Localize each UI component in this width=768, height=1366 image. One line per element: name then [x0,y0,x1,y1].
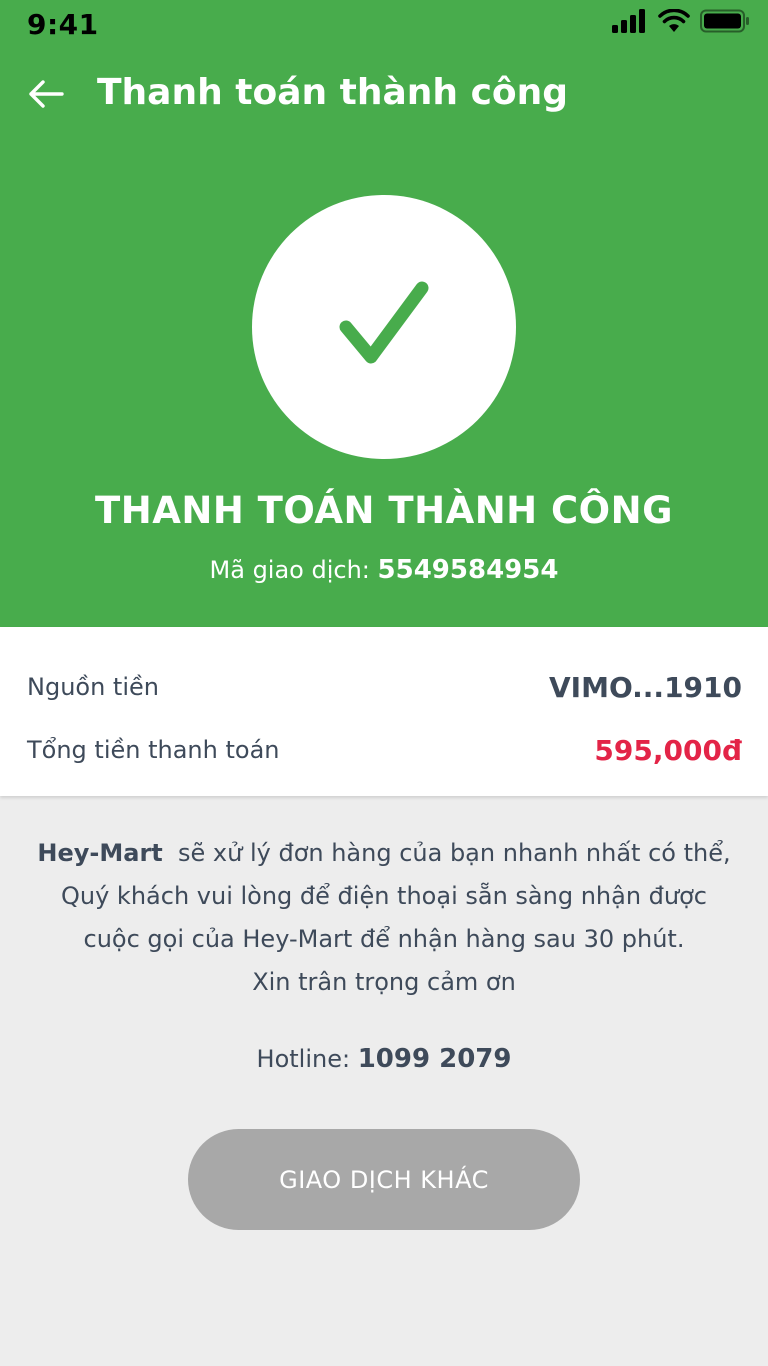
battery-icon [700,9,750,37]
transaction-id-label: Mã giao dịch: [209,556,370,584]
message-line-2: Quý khách vui lòng để điện thoại sẵn sàn… [61,882,707,910]
total-row: Tổng tiền thanh toán 595,000đ [27,730,742,770]
payment-summary: Nguồn tiền VIMO...1910 Tổng tiền thanh t… [0,627,768,796]
transaction-id-value: 5549584954 [377,555,559,585]
source-label: Nguồn tiền [27,673,159,701]
wifi-icon [658,8,690,37]
status-time: 9:41 [27,8,99,41]
signal-icon [612,9,648,37]
message-line-1-text: sẽ xử lý đơn hàng của bạn nhanh nhất có … [178,839,731,867]
app-bar: Thanh toán thành công [0,62,768,128]
other-transaction-button[interactable]: GIAO DỊCH KHÁC [188,1129,580,1230]
back-button[interactable] [24,74,68,118]
page-title: Thanh toán thành công [97,72,569,113]
success-hero: 9:41 Thanh toán thành công THANH TOÁN TH… [0,0,768,627]
message-line-3: cuộc gọi của Hey-Mart để nhận hàng sau 3… [83,925,685,953]
transaction-id-line: Mã giao dịch: 5549584954 [0,555,768,585]
status-bar: 9:41 [0,0,768,50]
source-value: VIMO...1910 [549,670,742,704]
payment-success-screen: 9:41 Thanh toán thành công THANH TOÁN TH… [0,0,768,1366]
success-heading: THANH TOÁN THÀNH CÔNG [95,489,673,532]
total-label: Tổng tiền thanh toán [27,736,280,764]
source-row: Nguồn tiền VIMO...1910 [27,667,742,707]
message-line-1: Hey-Mart sẽ xử lý đơn hàng của bạn nhanh… [20,832,748,875]
arrow-left-icon [28,80,64,112]
checkmark-icon [336,279,432,375]
brand-name: Hey-Mart [37,839,163,867]
hotline-line: Hotline: 1099 2079 [0,1044,768,1074]
total-amount: 595,000đ [594,733,742,767]
hotline-label: Hotline: [256,1045,351,1073]
status-icons [612,8,750,37]
success-circle [252,195,516,459]
message-line-4: Xin trân trọng cảm ơn [252,968,516,996]
confirmation-message: Hey-Mart sẽ xử lý đơn hàng của bạn nhanh… [20,832,748,1004]
hotline-number[interactable]: 1099 2079 [358,1044,512,1074]
